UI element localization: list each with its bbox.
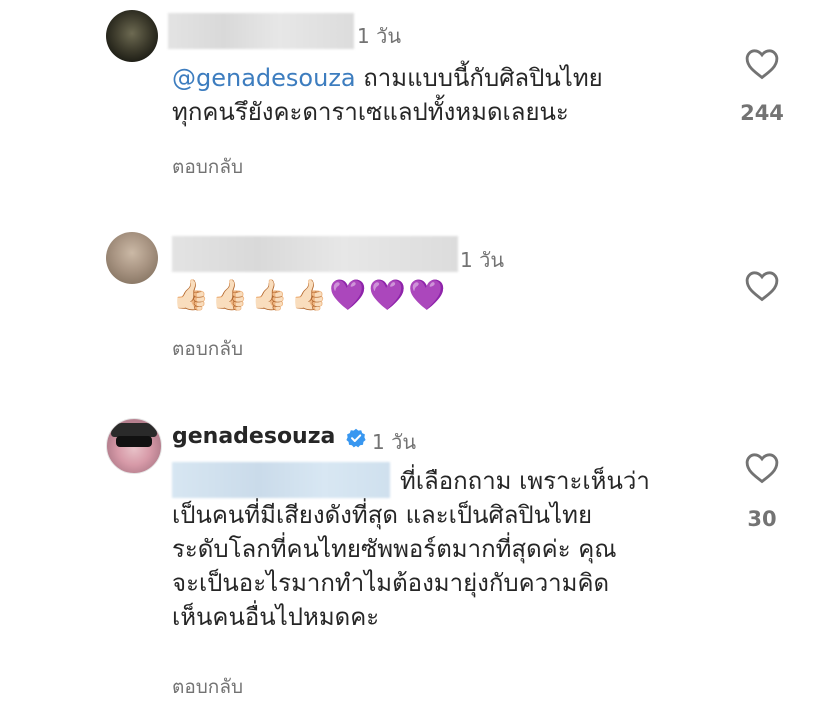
like-count: 244 <box>740 101 784 125</box>
heart-outline-icon[interactable] <box>745 452 779 484</box>
comment-emojis: 👍🏻👍🏻👍🏻👍🏻💜💜💜 <box>172 278 448 313</box>
comment-text-line: ถามแบบนี้กับศิลปินไทย <box>355 64 603 92</box>
comment-text-line: เป็นคนที่มีเสียงดังที่สุด และเป็นศิลปินไ… <box>172 501 593 529</box>
mention-link[interactable]: @genadesouza <box>172 64 356 92</box>
comment-text-line: ระดับโลกที่คนไทยซัพพอร์ตมากที่สุดค่ะ คุณ <box>172 535 617 563</box>
reply-button[interactable]: ตอบกลับ <box>172 334 243 364</box>
heart-outline-icon[interactable] <box>745 270 779 302</box>
heart-outline-icon[interactable] <box>745 48 779 80</box>
comments-thread: 1 วัน @genadesouza ถามแบบนี้กับศิลปินไทย… <box>0 0 820 722</box>
avatar-sunglasses <box>116 436 152 447</box>
username[interactable]: genadesouza <box>172 424 335 449</box>
comment-text-line: ทุกคนรึยังคะดาราเซแลปทั้งหมดเลยนะ <box>172 98 569 126</box>
avatar-hair <box>111 423 157 437</box>
comment-text-line: ที่เลือกถาม เพราะเห็นว่า <box>400 467 650 495</box>
reply-button[interactable]: ตอบกลับ <box>172 672 243 702</box>
avatar[interactable] <box>106 232 158 284</box>
redacted-username <box>172 236 458 272</box>
redacted-username <box>168 13 354 49</box>
like-count: 30 <box>747 507 777 531</box>
comment-text-line: เห็นคนอื่นไปหมดคะ <box>172 603 380 631</box>
verified-badge-icon <box>346 428 366 448</box>
comment-time: 1 วัน <box>372 430 416 454</box>
avatar[interactable] <box>106 418 162 474</box>
comment-time: 1 วัน <box>460 248 504 272</box>
comment-text: ที่เลือกถาม เพราะเห็นว่า เป็นคนที่มีเสีย… <box>172 464 712 634</box>
comment-text-line: จะเป็นอะไรมากทำไมต้องมายุ่งกับความคิด <box>172 569 610 597</box>
avatar[interactable] <box>106 10 158 62</box>
comment-text: @genadesouza ถามแบบนี้กับศิลปินไทย ทุกคน… <box>172 61 692 129</box>
reply-button[interactable]: ตอบกลับ <box>172 152 243 182</box>
comment-time: 1 วัน <box>357 24 401 48</box>
